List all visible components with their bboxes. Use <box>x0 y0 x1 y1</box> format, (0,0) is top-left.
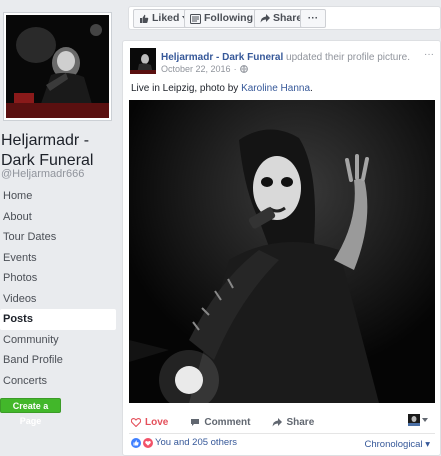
page-action-bar: Liked Following Share ··· <box>128 6 441 30</box>
nav-item-community[interactable]: Community <box>0 330 116 351</box>
sort-label: Chronological <box>364 439 423 450</box>
globe-icon[interactable] <box>239 65 248 73</box>
nav-item-concerts[interactable]: Concerts <box>0 371 116 392</box>
page-handle[interactable]: @Heljarmadr666 <box>1 168 84 180</box>
love-label: Love <box>145 416 169 428</box>
share-arrow-icon <box>272 417 283 426</box>
profile-picture[interactable] <box>4 13 111 120</box>
nav-item-posts[interactable]: Posts <box>0 309 116 330</box>
post-meta: October 22, 2016 · <box>161 64 248 74</box>
comment-button[interactable]: Comment <box>190 417 250 428</box>
post-as-switcher[interactable] <box>408 414 428 426</box>
nav-item-photos[interactable]: Photos <box>0 268 116 289</box>
create-page-button[interactable]: Create a Page <box>0 398 61 426</box>
share-post-label: Share <box>286 416 315 428</box>
post-caption: Live in Leipzig, photo by Karoline Hanna… <box>131 83 313 94</box>
page-nav: Home About Tour Dates Events Photos Vide… <box>0 186 116 391</box>
thumbs-up-icon <box>140 14 149 23</box>
caption-suffix: . <box>310 83 313 94</box>
post-divider <box>129 433 435 434</box>
comment-label: Comment <box>204 416 251 428</box>
post-options-button[interactable]: ··· <box>424 49 434 60</box>
post-photo[interactable] <box>129 100 435 403</box>
nav-item-tour-dates[interactable]: Tour Dates <box>0 227 116 248</box>
love-reaction-icon <box>143 437 153 448</box>
nav-item-band-profile[interactable]: Band Profile <box>0 350 116 371</box>
reactions-summary[interactable]: You and 205 others <box>131 437 237 448</box>
nav-item-events[interactable]: Events <box>0 248 116 269</box>
caret-down-icon: ▾ <box>425 439 430 450</box>
more-options-button[interactable]: ··· <box>300 9 326 28</box>
avatar-image <box>130 48 156 74</box>
like-reaction-icon <box>131 437 141 448</box>
liked-label: Liked <box>152 12 180 24</box>
post-author-link[interactable]: Heljarmadr - Dark Funeral <box>161 52 283 63</box>
love-reaction-button[interactable]: Love <box>131 417 168 428</box>
reactions-count-text: You and 205 others <box>155 437 238 448</box>
following-label: Following <box>204 12 253 24</box>
comment-sort-dropdown[interactable]: Chronological ▾ <box>364 439 430 450</box>
share-label: Share <box>273 12 303 24</box>
comment-icon <box>191 418 200 426</box>
nav-item-home[interactable]: Home <box>0 186 116 207</box>
post-actions: Love Comment Share <box>131 413 431 431</box>
post-header: Heljarmadr - Dark Funeral updated their … <box>161 51 431 64</box>
profile-photo-image <box>6 15 109 118</box>
share-arrow-icon <box>260 14 270 23</box>
caret-down-icon <box>422 418 428 422</box>
post-action-text: updated their profile picture. <box>286 52 411 63</box>
nav-item-about[interactable]: About <box>0 207 116 228</box>
concert-photo-image <box>129 100 435 403</box>
post-date[interactable]: October 22, 2016 <box>161 64 231 74</box>
nav-item-videos[interactable]: Videos <box>0 289 116 310</box>
heart-outline-icon <box>131 417 141 427</box>
post-card: Heljarmadr - Dark Funeral updated their … <box>122 40 441 456</box>
share-post-button[interactable]: Share <box>272 417 314 428</box>
photographer-link[interactable]: Karoline Hanna <box>241 83 310 94</box>
meta-separator: · <box>233 64 237 74</box>
page-name[interactable]: Heljarmadr - Dark Funeral <box>0 131 122 171</box>
caption-text: Live in Leipzig, photo by <box>131 83 242 94</box>
left-sidebar: Heljarmadr - Dark Funeral @Heljarmadr666… <box>0 0 122 456</box>
rss-feed-icon <box>190 13 201 24</box>
profile-thumbnail-icon <box>408 414 420 426</box>
post-author-avatar[interactable] <box>130 48 156 74</box>
